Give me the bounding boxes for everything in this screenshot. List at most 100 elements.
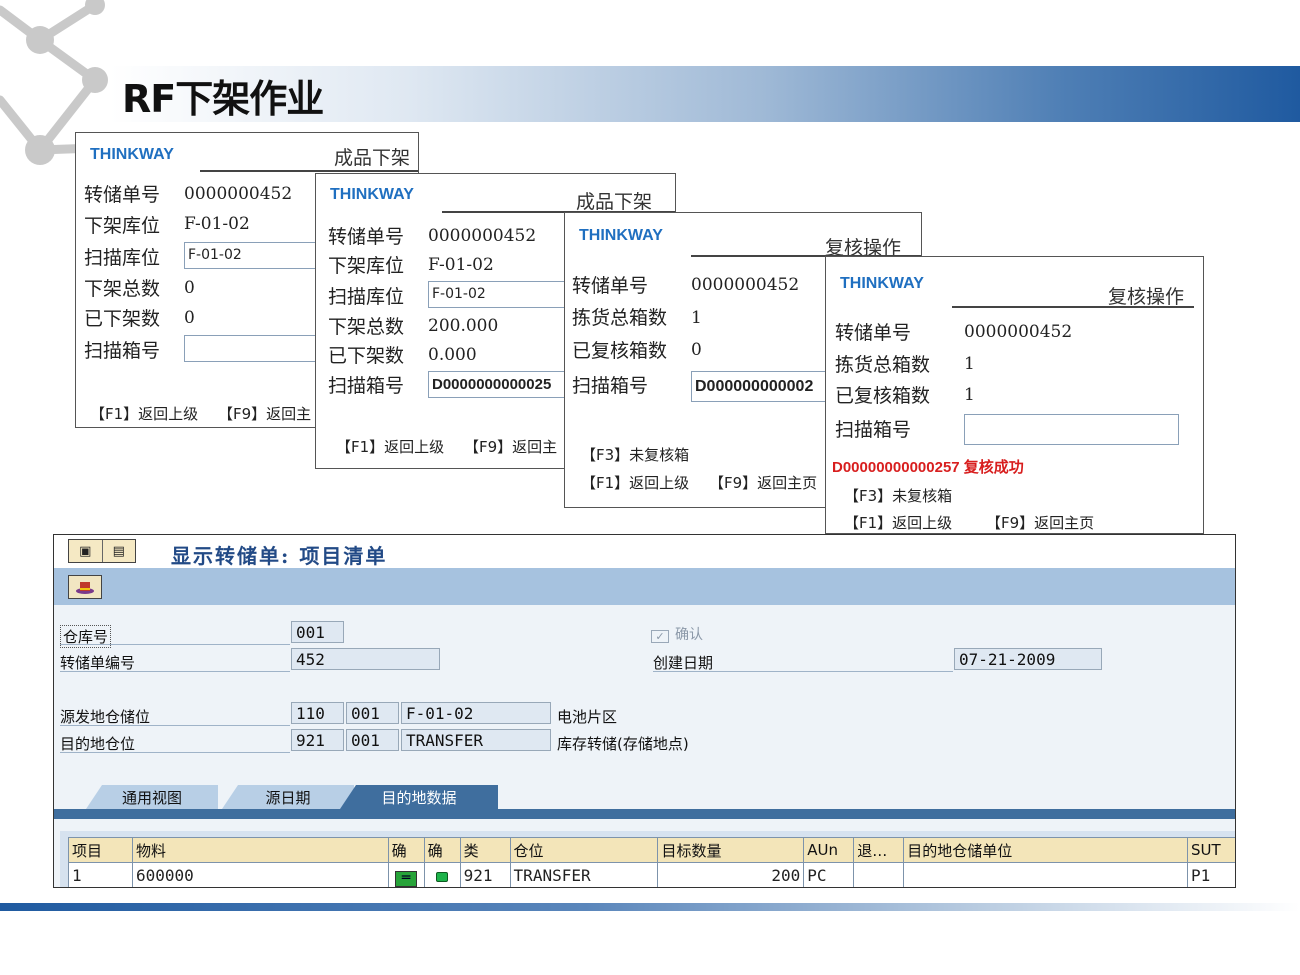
col-header-confirm-2[interactable]: 确 — [423, 837, 461, 863]
row-label: 下架库位 — [84, 215, 161, 237]
source-bin-field[interactable]: F-01-02 — [401, 702, 551, 724]
created-date-label: 创建日期 — [653, 654, 714, 672]
cell-target-qty[interactable]: 200 — [657, 862, 805, 887]
row-value: 200.000 — [428, 316, 499, 336]
cell-dest-su[interactable] — [903, 862, 1188, 887]
row-label: 下架库位 — [328, 255, 405, 277]
title-underline — [952, 306, 1194, 308]
tab-panel-top — [54, 809, 1235, 819]
fkey-home[interactable]: 【F9】返回主页 — [986, 512, 1094, 533]
row-label: 扫描库位 — [84, 247, 161, 269]
fkey-back[interactable]: 【F1】返回上级 — [90, 403, 198, 424]
col-header-confirm[interactable]: 确 — [387, 837, 425, 863]
system-menu-icons[interactable]: ▣ ▤ — [68, 539, 136, 563]
fkey-back[interactable]: 【F1】返回上级 — [844, 512, 952, 533]
col-header-sut[interactable]: SUT — [1186, 837, 1235, 863]
row-value: 0000000452 — [691, 275, 800, 295]
col-header-item[interactable]: 项目 — [68, 837, 133, 863]
row-value: 1 — [964, 385, 975, 405]
source-storage-type-field[interactable]: 110 — [291, 702, 344, 724]
cell-bin[interactable]: TRANSFER — [509, 862, 659, 887]
confirm-checkbox[interactable]: ✓ 确认 — [651, 624, 703, 644]
cell-confirm-status[interactable]: ═ — [387, 862, 425, 887]
col-header-aun[interactable]: AUn — [803, 837, 855, 863]
source-bin-label: 源发地仓储位 — [60, 708, 151, 726]
row-value: 1 — [691, 308, 702, 328]
document-icon[interactable]: ▤ — [103, 540, 136, 562]
confirmed-status-icon: ═ — [395, 870, 418, 887]
row-label: 扫描箱号 — [84, 340, 161, 362]
panel-title: 成品下架 — [576, 191, 653, 213]
field-underline — [60, 671, 290, 672]
field-underline — [60, 752, 290, 753]
sap-transfer-order-window: ▣ ▤ 显示转储单: 项目清单 仓库号 001 ✓ 确认 转储单编号 452 创建… — [53, 534, 1236, 888]
fkey-unchecked[interactable]: 【F3】未复核箱 — [844, 485, 952, 506]
transfer-order-field[interactable]: 452 — [291, 648, 440, 670]
source-warehouse-field[interactable]: 001 — [346, 702, 399, 724]
row-label: 拣货总箱数 — [835, 354, 931, 376]
row-value: 0000000452 — [184, 184, 293, 204]
row-value: F-01-02 — [428, 255, 494, 275]
col-header-material[interactable]: 物料 — [131, 837, 389, 863]
cell-confirm-led[interactable] — [423, 862, 461, 887]
fkey-home[interactable]: 【F9】返回主页 — [709, 472, 817, 493]
row-label: 转储单号 — [84, 184, 161, 206]
created-date-field[interactable]: 07-21-2009 — [954, 648, 1102, 670]
cell-item[interactable]: 1 — [68, 862, 133, 887]
dest-bin-field[interactable]: TRANSFER — [401, 729, 551, 751]
confirm-label: 确认 — [675, 627, 703, 643]
row-label: 扫描箱号 — [572, 375, 649, 397]
title-underline — [200, 170, 418, 172]
row-label: 转储单号 — [328, 226, 405, 248]
field-underline — [653, 671, 953, 672]
brand-label: THINKWAY — [90, 146, 174, 163]
dest-area-text: 库存转储(存储地点) — [557, 735, 689, 753]
row-label: 转储单号 — [835, 322, 912, 344]
col-header-dest-su[interactable]: 目的地仓储单位 — [903, 837, 1188, 863]
application-toolbar — [54, 568, 1235, 605]
cell-aun[interactable]: PC — [803, 862, 855, 887]
col-header-bin[interactable]: 仓位 — [509, 837, 659, 863]
success-message: D00000000000257 复核成功 — [832, 459, 1024, 476]
col-header-return[interactable]: 退… — [853, 837, 905, 863]
checkmark-icon: ✓ — [651, 630, 669, 643]
cell-sut[interactable]: P1 — [1186, 862, 1235, 887]
fkey-back[interactable]: 【F1】返回上级 — [581, 472, 689, 493]
row-label: 扫描库位 — [328, 286, 405, 308]
fkey-home[interactable]: 【F9】返回主 — [464, 436, 557, 457]
row-value: 0000000452 — [428, 226, 537, 246]
cell-type[interactable]: 921 — [459, 862, 511, 887]
field-underline — [60, 644, 290, 645]
footer-band — [0, 903, 1300, 911]
fkey-unchecked[interactable]: 【F3】未复核箱 — [581, 444, 689, 465]
cell-material[interactable]: 600000 — [131, 862, 389, 887]
row-label: 下架总数 — [328, 316, 405, 338]
tab-source-data[interactable]: 源日期 — [222, 785, 354, 809]
dest-storage-type-field[interactable]: 921 — [291, 729, 344, 751]
col-header-target-qty[interactable]: 目标数量 — [657, 837, 805, 863]
display-header-button[interactable] — [68, 575, 102, 599]
cell-return[interactable] — [853, 862, 905, 887]
row-value: 0.000 — [428, 345, 477, 365]
scan-box-input[interactable] — [964, 414, 1179, 445]
row-value: 0 — [184, 308, 195, 328]
table-row[interactable]: 1 600000 ═ 921 TRANSFER 200 PC P1 — [68, 862, 1235, 887]
fkey-back[interactable]: 【F1】返回上级 — [336, 436, 444, 457]
brand-label: THINKWAY — [330, 186, 414, 203]
row-value: 0 — [184, 278, 195, 298]
tab-destination-data[interactable]: 目的地数据 — [340, 785, 498, 809]
fkey-home[interactable]: 【F9】返回主 — [218, 403, 311, 424]
rf-panel-recheck-2: THINKWAY 复核操作 转储单号 0000000452 拣货总箱数 1 已复… — [825, 256, 1204, 534]
green-led-icon — [436, 871, 449, 882]
window-title: 显示转储单: 项目清单 — [171, 544, 388, 568]
warehouse-field[interactable]: 001 — [291, 621, 344, 643]
system-menu-icon[interactable]: ▣ — [69, 540, 103, 562]
dest-bin-label: 目的地仓位 — [60, 735, 136, 753]
col-header-type[interactable]: 类 — [459, 837, 511, 863]
tab-general-view[interactable]: 通用视图 — [86, 785, 218, 809]
dest-warehouse-field[interactable]: 001 — [346, 729, 399, 751]
row-label: 拣货总箱数 — [572, 307, 668, 329]
row-label: 已复核箱数 — [572, 340, 668, 362]
slide-title: RF下架作业 — [122, 77, 324, 121]
brand-label: THINKWAY — [579, 227, 663, 244]
